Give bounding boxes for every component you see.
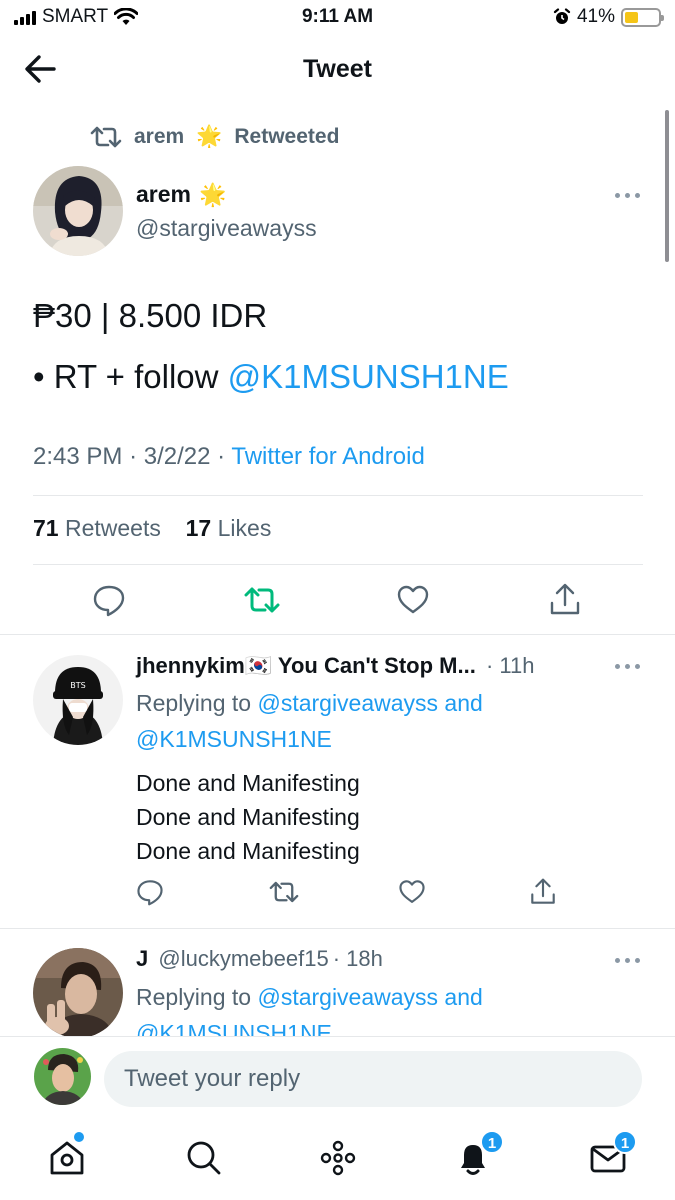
tweet-text-line: ₱30 | 8.500 IDR: [33, 297, 268, 334]
author-handle[interactable]: @stargiveawayss: [136, 215, 317, 242]
more-options-button[interactable]: [615, 661, 641, 671]
status-bar: SMART 9:11 AM 41%: [0, 0, 675, 36]
retweet-icon: [244, 587, 280, 613]
mention-link[interactable]: @K1MSUNSH1NE: [228, 358, 509, 395]
status-right: 41%: [553, 6, 664, 28]
divider: [33, 564, 643, 565]
tweet-actions: [0, 583, 675, 619]
svg-text:BTS: BTS: [70, 681, 85, 690]
heart-icon: [397, 585, 429, 614]
like-button[interactable]: [398, 878, 426, 906]
tweet-reply-input[interactable]: [104, 1051, 642, 1107]
mention-link[interactable]: @K1MSUNSH1NE: [136, 726, 332, 753]
my-avatar[interactable]: [34, 1048, 91, 1105]
tweet-text-line: • RT + follow @K1MSUNSH1NE: [33, 358, 509, 396]
divider: [0, 634, 675, 635]
reply-author-name: jhennykim🇰🇷 You Can't Stop M...: [136, 653, 476, 678]
home-icon: [50, 1141, 84, 1175]
reply-time: · 11h: [485, 653, 535, 678]
share-icon: [531, 878, 555, 904]
share-button[interactable]: [548, 583, 582, 617]
nav-notifications[interactable]: 1: [453, 1130, 504, 1178]
tweet-stats: 71 Retweets 17 Likes: [33, 515, 271, 542]
page-title: Tweet: [303, 55, 372, 83]
author-name-text: arem: [136, 181, 191, 207]
reply-icon: [137, 880, 163, 906]
more-options-button[interactable]: [615, 190, 641, 200]
mention-link[interactable]: @stargiveawayss and: [257, 984, 482, 1010]
tweet-source-link[interactable]: Twitter for Android: [231, 443, 424, 470]
reply-icon: [93, 585, 125, 617]
top-header: Tweet: [0, 40, 675, 98]
notifications-badge: 1: [480, 1130, 504, 1154]
reply-text-line: Done and Manifesting: [136, 804, 360, 830]
nav-home[interactable]: [47, 1132, 87, 1178]
reply-text-line: Done and Manifesting: [136, 770, 360, 796]
nav-messages[interactable]: 1: [588, 1130, 637, 1178]
tweet-text: • RT + follow: [33, 358, 228, 395]
retweet-icon: [269, 881, 299, 903]
retweets-stat[interactable]: 71 Retweets: [33, 515, 161, 541]
reply-button[interactable]: [92, 583, 126, 617]
reply-avatar[interactable]: [33, 948, 123, 1038]
replying-to: Replying to @stargiveawayss and: [136, 690, 483, 716]
author-name[interactable]: arem 🌟: [136, 181, 226, 208]
reply-avatar[interactable]: BTS: [33, 655, 123, 745]
share-icon: [550, 583, 580, 615]
divider: [0, 928, 675, 929]
new-content-dot: [74, 1132, 84, 1142]
retweeter-name: arem: [134, 125, 185, 148]
alarm-icon: [553, 8, 571, 24]
reply-text: Done and Manifesting Done and Manifestin…: [136, 766, 360, 868]
retweet-button[interactable]: [269, 878, 299, 906]
share-button[interactable]: [529, 878, 557, 906]
nav-spaces[interactable]: [318, 1138, 358, 1178]
messages-badge: 1: [613, 1130, 637, 1154]
reply-button[interactable]: [136, 878, 164, 906]
reply-author-name: J: [136, 946, 149, 971]
search-icon: [187, 1141, 221, 1175]
star-emoji: 🌟: [196, 125, 223, 148]
reply-author[interactable]: J @luckymebeef15 · 18h: [136, 946, 383, 972]
divider: [33, 495, 643, 496]
tweet-time: 2:43 PM: [33, 443, 123, 470]
reply-time: · 18h: [332, 946, 383, 971]
nav-search[interactable]: [184, 1138, 224, 1178]
reply-handle: @luckymebeef15: [158, 946, 329, 971]
retweet-button[interactable]: [244, 583, 280, 617]
scrollbar[interactable]: [665, 110, 669, 262]
author-avatar[interactable]: [33, 166, 123, 256]
reply-author[interactable]: jhennykim🇰🇷 You Can't Stop M... · 11h: [136, 653, 534, 679]
more-options-button[interactable]: [615, 955, 641, 965]
retweeted-label: Retweeted: [234, 125, 340, 148]
reply-text-line: Done and Manifesting: [136, 838, 360, 864]
battery-icon: [621, 7, 664, 27]
heart-icon: [399, 880, 425, 903]
tweet-meta: 2:43 PM · 3/2/22 · Twitter for Android: [33, 443, 425, 470]
battery-percent: 41%: [576, 6, 615, 27]
retweet-icon: [90, 126, 122, 148]
spaces-icon: [320, 1140, 356, 1176]
mention-link[interactable]: @stargiveawayss and: [257, 690, 482, 716]
likes-stat[interactable]: 17 Likes: [186, 515, 272, 541]
divider: [0, 1036, 675, 1037]
star-emoji: 🌟: [198, 181, 227, 207]
retweeted-by[interactable]: arem 🌟 Retweeted: [90, 124, 339, 150]
replying-to: Replying to @stargiveawayss and: [136, 984, 483, 1010]
tweet-date: 3/2/22: [143, 443, 211, 470]
battery-fill: [625, 11, 639, 23]
like-button[interactable]: [396, 583, 430, 617]
